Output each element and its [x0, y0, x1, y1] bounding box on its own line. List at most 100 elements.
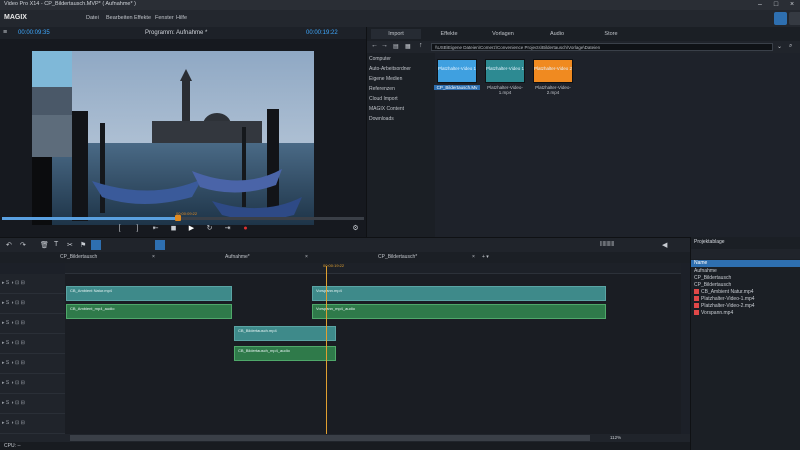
track-controls[interactable]: ▸ S ◑ ⊡ ⊟: [2, 360, 25, 366]
tab-cp-bildertausch[interactable]: CP_Bildertausch: [60, 253, 97, 262]
tab-effekte[interactable]: Effekte: [423, 29, 475, 39]
nav-auto-folder[interactable]: Auto-Arbeitsordner: [369, 66, 411, 72]
timeline-clip[interactable]: CB_Bildertausch_mp4_audio: [234, 346, 336, 361]
text-icon[interactable]: T: [54, 241, 58, 248]
track-header[interactable]: ▸ S ◑ ⊡ ⊟: [0, 414, 65, 434]
minimize-button[interactable]: –: [752, 0, 768, 10]
view-thumbs-icon[interactable]: ▦: [405, 43, 411, 50]
up-folder-icon[interactable]: ↑: [419, 42, 423, 49]
track-header[interactable]: ▸ S ◑ ⊡ ⊟: [0, 314, 65, 334]
hamburger-icon[interactable]: ≡: [3, 29, 7, 36]
media-thumbnail[interactable]: Platzhalter-Video 1: [485, 59, 525, 83]
menu-bearbeiten[interactable]: Bearbeiten: [106, 15, 133, 21]
play-icon[interactable]: ▶: [186, 223, 197, 234]
project-item[interactable]: CB_Ambient Natur.mp4: [694, 289, 754, 295]
track-header[interactable]: ▸ S ◑ ⊡ ⊟: [0, 294, 65, 314]
tab-aufnahme[interactable]: Aufnahme*: [225, 253, 250, 262]
timeline-clip[interactable]: CB_Ambient Natur.mp4: [66, 286, 232, 301]
timeline-scrollbar[interactable]: 112%: [0, 434, 690, 442]
magix-logo: MAGIX: [4, 14, 27, 21]
volume-icon[interactable]: ◀: [662, 241, 667, 249]
stop-icon[interactable]: ◼: [168, 223, 179, 234]
tab-import[interactable]: Import: [371, 29, 421, 39]
track-controls[interactable]: ▸ S ◑ ⊡ ⊟: [2, 320, 25, 326]
track-controls[interactable]: ▸ S ◑ ⊡ ⊟: [2, 400, 25, 406]
back-icon[interactable]: ←: [371, 42, 378, 49]
undo-icon[interactable]: ↶: [6, 241, 12, 249]
nav-cloud-import[interactable]: Cloud Import: [369, 96, 398, 102]
menu-effekte[interactable]: Effekte: [134, 15, 151, 21]
track-controls[interactable]: ▸ S ◑ ⊡ ⊟: [2, 340, 25, 346]
menu-fenster[interactable]: Fenster: [155, 15, 174, 21]
nav-references[interactable]: Referenzen: [369, 86, 395, 92]
mark-in-icon[interactable]: [: [114, 223, 125, 234]
search-icon[interactable]: ⌕: [789, 43, 792, 50]
record-icon[interactable]: ●: [240, 223, 251, 234]
cut-icon[interactable]: ✂: [67, 241, 73, 249]
redo-icon[interactable]: ↷: [20, 241, 26, 249]
media-caption: Platzhalter-Video-1.mp4: [487, 85, 523, 95]
timeline-clip[interactable]: CB_Ambient_mp4_audio: [66, 304, 232, 319]
preview-scrubber[interactable]: [2, 215, 364, 221]
loop-icon[interactable]: ↻: [204, 223, 215, 234]
playhead[interactable]: [326, 266, 327, 434]
tool-icon-button[interactable]: [774, 12, 787, 25]
settings-icon[interactable]: ⚙: [350, 223, 361, 234]
tab-vorlagen[interactable]: Vorlagen: [477, 29, 529, 39]
next-marker-icon[interactable]: ⇥: [222, 223, 233, 234]
tab-audio[interactable]: Audio: [531, 29, 583, 39]
project-item[interactable]: Aufnahme: [694, 268, 717, 274]
menu-hilfe[interactable]: Hilfe: [176, 15, 187, 21]
close-icon[interactable]: ×: [472, 253, 475, 262]
zoom-slider[interactable]: |||||||||||: [600, 241, 614, 247]
path-input[interactable]: \\USB\Eigene Dateien\Comerz\Convenience …: [431, 43, 773, 51]
track-header[interactable]: ▸ S ◑ ⊡ ⊟: [0, 274, 65, 294]
settings-icon-button[interactable]: [789, 12, 800, 25]
video-preview[interactable]: [32, 51, 314, 225]
timeline-clip[interactable]: Vorspann.mp4: [312, 286, 606, 301]
nav-own-media[interactable]: Eigene Medien: [369, 76, 402, 82]
close-icon[interactable]: ×: [152, 253, 155, 262]
track-controls[interactable]: ▸ S ◑ ⊡ ⊟: [2, 420, 25, 426]
path-bar: ← → ▤ ▦ ↑ \\USB\Eigene Dateien\Comerz\Co…: [367, 41, 800, 53]
nav-magix-content[interactable]: MAGIX Content: [369, 106, 404, 112]
track-controls[interactable]: ▸ S ◑ ⊡ ⊟: [2, 380, 25, 386]
prev-marker-icon[interactable]: ⇤: [150, 223, 161, 234]
timeline-clip[interactable]: CB_Bildertausch.mp4: [234, 326, 336, 341]
tab-store[interactable]: Store: [585, 29, 637, 39]
maximize-button[interactable]: □: [768, 0, 784, 10]
track-header[interactable]: ▸ S ◑ ⊡ ⊟: [0, 374, 65, 394]
nav-downloads[interactable]: Downloads: [369, 116, 394, 122]
add-tab-icon[interactable]: + ▾: [482, 253, 489, 262]
forward-icon[interactable]: →: [381, 42, 388, 49]
project-item[interactable]: Platzhalter-Video-2.mp4: [694, 303, 755, 309]
project-item[interactable]: CP_Bildertausch: [694, 275, 731, 281]
marker-icon[interactable]: ⚑: [80, 241, 86, 249]
timecode-left: 00:00:09:35: [18, 30, 50, 36]
project-item[interactable]: Vorspann.mp4: [694, 310, 733, 316]
track-header[interactable]: ▸ S ◑ ⊡ ⊟: [0, 394, 65, 414]
project-item[interactable]: Platzhalter-Video-1.mp4: [694, 296, 755, 302]
delete-icon[interactable]: 🗑: [40, 241, 49, 249]
media-caption: CP_Bildertausch.Mv: [434, 85, 480, 90]
track-controls[interactable]: ▸ S ◑ ⊡ ⊟: [2, 300, 25, 306]
media-thumbnail[interactable]: Platzhalter-Video 1: [437, 59, 477, 83]
track-header[interactable]: ▸ S ◑ ⊡ ⊟: [0, 354, 65, 374]
snap-icon[interactable]: [91, 240, 101, 250]
cursor-icon[interactable]: [155, 240, 165, 250]
timeline-clip[interactable]: Vorspann_mp4_audio: [312, 304, 606, 319]
timeline-ruler[interactable]: 00:00:19:22: [65, 263, 681, 274]
mark-out-icon[interactable]: ]: [132, 223, 143, 234]
close-button[interactable]: ×: [784, 0, 800, 10]
view-list-icon[interactable]: ▤: [393, 43, 399, 50]
project-item[interactable]: CP_Bildertausch: [694, 282, 731, 288]
track-controls[interactable]: ▸ S ◑ ⊡ ⊟: [2, 280, 25, 286]
track-header[interactable]: ▸ S ◑ ⊡ ⊟: [0, 334, 65, 354]
media-thumbnail[interactable]: Platzhalter-Video 2: [533, 59, 573, 83]
nav-computer[interactable]: Computer: [369, 56, 391, 62]
chevron-down-icon[interactable]: ⌄: [777, 43, 782, 50]
close-icon[interactable]: ×: [305, 253, 308, 262]
media-pool-panel: Import Effekte Vorlagen Audio Store ← → …: [366, 27, 800, 237]
tab-cp-bildertausch-2[interactable]: CP_Bildertausch*: [378, 253, 417, 262]
menu-datei[interactable]: Datei: [86, 15, 99, 21]
